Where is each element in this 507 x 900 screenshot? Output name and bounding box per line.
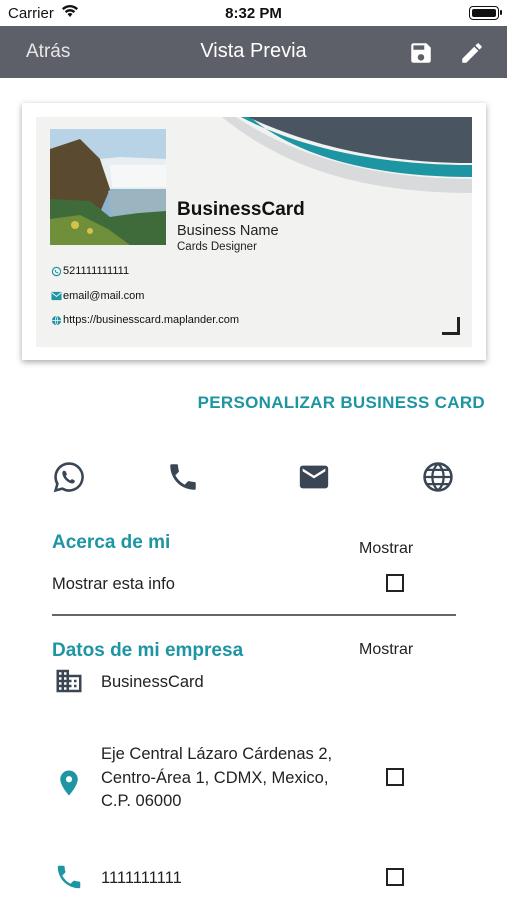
card-person-name: BusinessCard [177,199,305,220]
business-card: BusinessCard Business Name Cards Designe… [36,117,472,347]
mail-small-icon [51,291,62,301]
globe-small-icon [51,315,62,325]
phone-show-checkbox[interactable] [386,868,404,886]
save-icon[interactable] [408,40,434,66]
company-phone: 1111111111 [101,869,182,887]
whatsapp-small-icon [51,266,62,276]
card-email-line: email@mail.com [51,290,144,302]
about-show-checkbox[interactable] [386,574,404,592]
card-business-name: Business Name [177,223,279,239]
about-section-title: Acerca de mi [52,532,171,553]
mail-icon[interactable] [297,460,331,494]
address-show-checkbox[interactable] [386,768,404,786]
company-name: BusinessCard [101,673,204,691]
edit-pencil-icon[interactable] [459,40,485,66]
company-address-line2: Centro-Área 1, CDMX, Mexico, [101,769,329,787]
about-row-label: Mostrar esta info [52,575,175,593]
clock: 8:32 PM [225,5,282,22]
globe-icon[interactable] [421,460,455,494]
navigation-bar: Atrás Vista Previa [0,26,507,78]
building-icon [56,669,82,693]
card-phone-line: 521111111111 [51,265,129,277]
section-divider [52,614,456,616]
whatsapp-icon[interactable] [52,460,86,494]
phone-icon[interactable] [166,460,200,494]
card-role: Cards Designer [177,241,257,253]
about-show-label: Mostrar [359,540,414,557]
card-website-line: https://businesscard.maplander.com [51,314,239,326]
card-phone: 521111111111 [63,265,130,277]
card-website: https://businesscard.maplander.com [63,314,240,326]
company-show-label: Mostrar [359,641,414,658]
business-card-preview[interactable]: BusinessCard Business Name Cards Designe… [22,103,486,360]
company-address-line3: C.P. 06000 [101,792,182,810]
company-section-title: Datos de mi empresa [52,640,244,661]
card-email: email@mail.com [63,290,145,302]
customize-card-button[interactable]: PERSONALIZAR BUSINESS CARD [198,393,485,413]
card-photo [50,129,166,245]
location-pin-icon [60,770,78,796]
company-address-line1: Eje Central Lázaro Cárdenas 2, [101,745,333,763]
battery-icon [469,6,502,20]
company-phone-icon [57,865,81,889]
status-bar: Carrier 8:32 PM [0,0,507,26]
expand-corner-icon[interactable] [442,317,460,335]
